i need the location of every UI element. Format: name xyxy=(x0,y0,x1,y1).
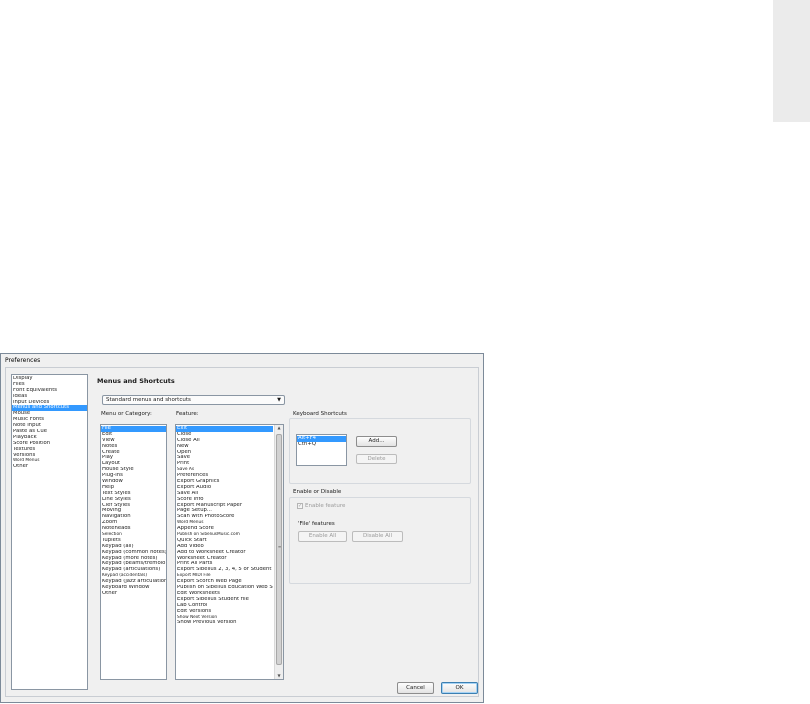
shortcut-list[interactable]: Alt+F4 Ctrl+Q xyxy=(296,434,347,466)
feature-items: Exit Close Close All New Open Save Print Save A… xyxy=(176,426,273,679)
shortcut-set-value: Standard menus and shortcuts xyxy=(106,397,191,403)
menu-category-item[interactable]: Other xyxy=(101,591,166,597)
disable-all-button[interactable]: Disable All xyxy=(352,531,403,542)
enable-all-button[interactable]: Enable All xyxy=(298,531,347,542)
ok-button[interactable]: OK xyxy=(441,682,478,694)
chevron-down-icon: ▼ xyxy=(277,397,281,403)
scroll-up-icon[interactable]: ▲ xyxy=(275,425,283,431)
scroll-thumb[interactable]: ≡ xyxy=(276,434,282,665)
panel-heading: Menus and Shortcuts xyxy=(97,377,175,385)
cancel-button[interactable]: Cancel xyxy=(397,682,434,694)
side-tab xyxy=(773,0,810,122)
category-list[interactable]: Display Files Font Equivalents Ideas Input D… xyxy=(11,374,88,690)
enable-feature-label: Enable feature xyxy=(305,503,346,509)
feature-label: Feature: xyxy=(176,411,199,417)
category-item[interactable]: Other xyxy=(12,464,87,470)
preferences-dialog: Preferences Display Files Font Equivalents… xyxy=(0,353,484,703)
enable-feature-checkbox[interactable]: ✓ xyxy=(297,503,303,509)
title-bar[interactable]: Preferences xyxy=(1,354,483,367)
dialog-content: Display Files Font Equivalents Ideas Input D… xyxy=(5,367,479,697)
file-features-label: 'File' features xyxy=(298,521,335,527)
menu-category-label: Menu or Category: xyxy=(101,411,152,417)
feature-scrollbar[interactable]: ▲ ≡ ▼ xyxy=(274,425,283,679)
scroll-down-icon[interactable]: ▼ xyxy=(275,673,283,679)
feature-item[interactable]: Show Previous Version xyxy=(176,620,273,626)
menu-category-list[interactable]: File Edit View Notes Create Play Layout House S… xyxy=(100,424,167,680)
dialog-title: Preferences xyxy=(5,357,41,364)
shortcut-set-dropdown[interactable]: Standard menus and shortcuts ▼ xyxy=(102,395,285,405)
delete-shortcut-button[interactable]: Delete xyxy=(356,454,397,464)
scroll-grip-icon: ≡ xyxy=(277,544,282,549)
shortcut-item[interactable]: Ctrl+Q xyxy=(297,442,346,448)
keyboard-shortcuts-label: Keyboard Shortcuts xyxy=(293,411,347,417)
enable-disable-label: Enable or Disable xyxy=(293,489,342,495)
feature-list[interactable]: Exit Close Close All New Open Save Print Save A… xyxy=(175,424,284,680)
add-shortcut-button[interactable]: Add... xyxy=(356,436,397,447)
